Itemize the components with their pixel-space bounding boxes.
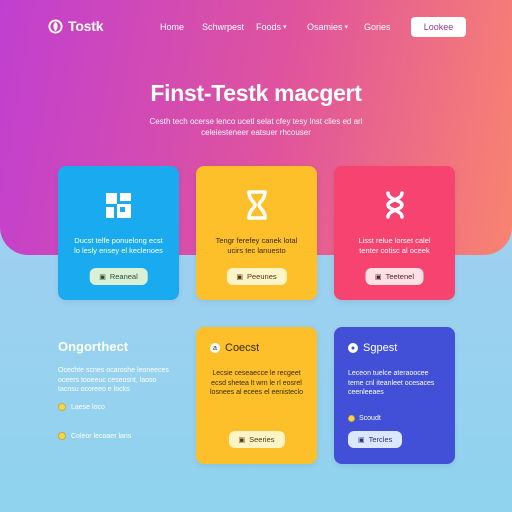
card-header: a Coecst <box>210 342 259 354</box>
nav-link-osamies[interactable]: Osamies ▾ <box>307 22 348 32</box>
brand-logo[interactable]: Tostk <box>48 18 104 34</box>
nav-link-home[interactable]: Home <box>160 22 184 32</box>
puzzle-icon <box>105 193 131 218</box>
card-button[interactable]: ▣ Tercles <box>348 431 403 448</box>
list-item: Laese loco <box>58 403 105 411</box>
nav-link-foods[interactable]: Foods ▾ <box>256 22 287 32</box>
info-icon: ● <box>348 343 358 353</box>
card-button[interactable]: ▣ Seeries <box>228 431 285 448</box>
nav-link-2[interactable]: Schwrpest <box>202 22 244 32</box>
feature-card-1: Ducst telfe ponuelong ecst lo lesly ense… <box>58 166 179 300</box>
check-icon <box>348 415 355 422</box>
chevron-down-icon: ▾ <box>283 24 287 31</box>
card-header: ● Sgpest <box>348 342 397 354</box>
leaf-logo-icon <box>48 18 63 34</box>
feature-card-2: Tengr ferefey canek lotal ucirs tec lanu… <box>196 166 317 300</box>
hero-subtitle: Cesth tech ocerse lenco ucetl selat cfey… <box>149 117 363 137</box>
feature-item: Scoudt <box>348 415 381 422</box>
section-title: Ongorthect <box>58 339 129 354</box>
card-description: Tengr ferefey canek lotal ucirs tec lanu… <box>215 236 298 255</box>
check-icon <box>58 432 66 440</box>
info-card-2: ● Sgpest Leceon tuelce ateraoocee teme c… <box>334 327 455 464</box>
card-body: Leceon tuelce ateraoocee teme cnl iteanl… <box>348 370 435 396</box>
navbar: Tostk Home Schwrpest Foods ▾ Osamies ▾ Gor… <box>0 0 512 55</box>
doc-icon: ▣ <box>99 273 106 281</box>
card-button[interactable]: ▣ Teetenel <box>365 268 424 285</box>
brand-name: Tostk <box>68 18 104 34</box>
section-description: Ocechte scnes ocaroshe leoneeces oceers … <box>58 367 169 393</box>
info-icon: a <box>210 343 220 353</box>
doc-icon: ▣ <box>238 436 246 444</box>
check-icon <box>58 403 66 411</box>
login-button[interactable]: Lookee <box>411 17 466 37</box>
nav-link-gories[interactable]: Gories <box>364 22 391 32</box>
hero-title: Finst-Testk macgert <box>150 80 362 106</box>
doc-icon: ▣ <box>375 273 382 281</box>
info-card-1: a Coecst Lecsie ceseaecce le recgeet ecs… <box>196 327 317 464</box>
doc-icon: ▣ <box>358 436 365 444</box>
loop-icon <box>385 191 404 219</box>
card-description: Ducst telfe ponuelong ecst lo lesly ense… <box>74 236 163 255</box>
card-button[interactable]: ▣ Peeunes <box>226 268 287 285</box>
doc-icon: ▣ <box>236 273 244 281</box>
hourglass-icon <box>246 190 267 220</box>
chevron-down-icon: ▾ <box>344 24 349 31</box>
card-button[interactable]: ▣ Reaneal <box>89 268 148 285</box>
list-item: Coleor lecoaer lans <box>58 432 131 440</box>
card-description: Lisst relue lorset calel tenter cotisc a… <box>358 236 431 255</box>
feature-card-3: Lisst relue lorset calel tenter cotisc a… <box>334 166 455 300</box>
card-body: Lecsie ceseaecce le recgeet ecsd shetea … <box>210 370 304 396</box>
